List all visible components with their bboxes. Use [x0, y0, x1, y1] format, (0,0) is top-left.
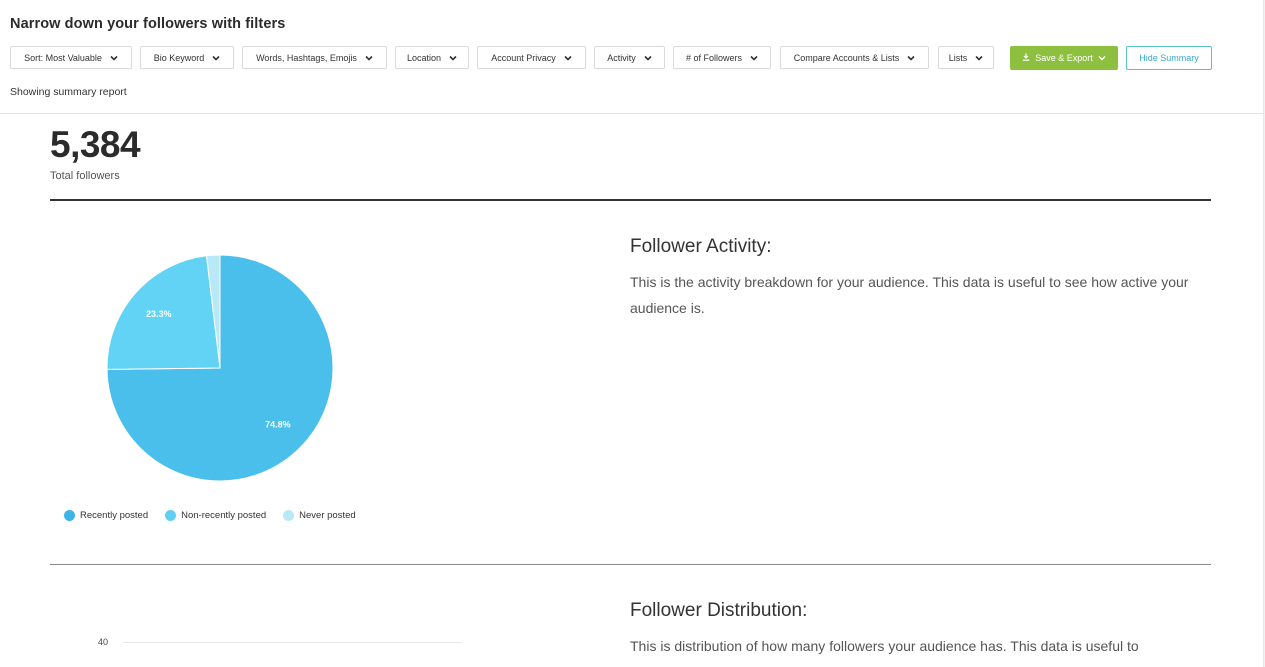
legend-dot-icon: [165, 510, 177, 521]
filter-label: Words, Hashtags, Emojis: [256, 52, 357, 63]
filter-label: Lists: [948, 52, 968, 63]
filter-activity[interactable]: Activity: [594, 46, 665, 69]
page-title: Narrow down your followers with filters: [10, 16, 286, 32]
activity-title: Follower Activity:: [630, 236, 772, 257]
filter-label: Sort: Most Valuable: [24, 52, 102, 63]
filter-words-hashtags-emojis[interactable]: Words, Hashtags, Emojis: [242, 46, 387, 69]
legend-item-non-recently-posted[interactable]: Non-recently posted: [165, 510, 266, 521]
filter-label: Account Privacy: [491, 52, 556, 63]
chevron-down-icon: [564, 54, 572, 62]
filter-sort[interactable]: Sort: Most Valuable: [10, 46, 132, 69]
legend-dot-icon: [64, 510, 75, 521]
filter-label: # of Followers: [685, 52, 743, 63]
filter-label: Bio Keyword: [153, 52, 205, 63]
chevron-down-icon: [975, 54, 983, 62]
chevron-down-icon: [907, 54, 915, 62]
y-axis-tick: 40: [98, 637, 109, 647]
legend-label: Non-recently posted: [181, 510, 267, 521]
save-export-label: Save & Export: [1035, 53, 1093, 63]
section-divider: [50, 199, 1211, 201]
filter-label: Compare Accounts & Lists: [793, 52, 900, 63]
distribution-description: This is distribution of how many followe…: [630, 638, 1139, 654]
filter-number-of-followers[interactable]: # of Followers: [673, 46, 771, 69]
save-export-button[interactable]: Save & Export: [1010, 46, 1118, 70]
hide-summary-button[interactable]: Hide Summary: [1126, 46, 1212, 70]
chevron-down-icon: [644, 54, 652, 62]
legend-label: Recently posted: [80, 510, 149, 521]
chevron-down-icon: [1098, 54, 1106, 62]
pie-svg: 74.8% 23.3%: [106, 254, 334, 482]
filter-location[interactable]: Location: [395, 46, 469, 69]
pie-data-label: 74.8%: [265, 420, 291, 430]
legend-item-never-posted[interactable]: Never posted: [283, 510, 356, 521]
chevron-down-icon: [449, 54, 457, 62]
chevron-down-icon: [212, 54, 220, 62]
download-icon: [1022, 53, 1030, 63]
chevron-down-icon: [110, 54, 118, 62]
gridline: [123, 642, 462, 643]
report-status: Showing summary report: [10, 86, 127, 98]
pie-legend: Recently posted Non-recently posted Neve…: [64, 510, 356, 521]
section-divider: [50, 564, 1211, 565]
legend-item-recently-posted[interactable]: Recently posted: [64, 510, 148, 521]
filter-account-privacy[interactable]: Account Privacy: [477, 46, 586, 69]
total-followers-label: Total followers: [50, 170, 120, 182]
filter-toolbar: Narrow down your followers with filters …: [0, 0, 1263, 114]
filter-bio-keyword[interactable]: Bio Keyword: [140, 46, 234, 69]
filter-compare-accounts-lists[interactable]: Compare Accounts & Lists: [780, 46, 929, 69]
filter-label: Location: [406, 52, 442, 63]
legend-label: Never posted: [299, 510, 356, 521]
total-followers-value: 5,384: [50, 124, 141, 165]
activity-description: This is the activity breakdown for your …: [630, 274, 1189, 316]
chevron-down-icon: [750, 54, 758, 62]
chevron-down-icon: [365, 54, 373, 62]
activity-pie-chart: 74.8% 23.3%: [100, 248, 340, 488]
pie-data-label: 23.3%: [146, 309, 172, 319]
legend-dot-icon: [283, 510, 295, 521]
filter-lists[interactable]: Lists: [938, 46, 994, 69]
distribution-title: Follower Distribution:: [630, 600, 808, 621]
filter-label: Activity: [607, 52, 636, 63]
